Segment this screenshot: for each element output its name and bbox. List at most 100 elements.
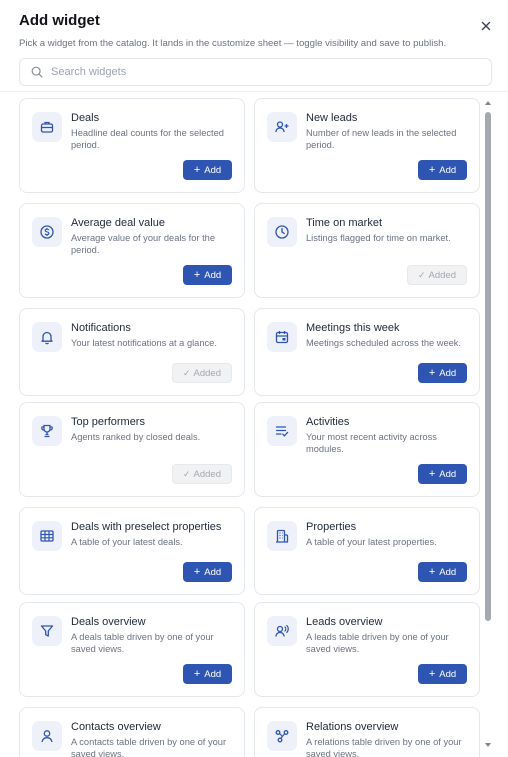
widget-title: New leads <box>306 112 358 124</box>
added-label: Added <box>193 468 222 480</box>
add-button[interactable]: + Add <box>183 664 232 684</box>
added-button: ✓ Added <box>407 265 467 285</box>
added-button: ✓ Added <box>172 363 232 383</box>
share-icon <box>267 721 297 751</box>
widget-description: Average value of your deals for the peri… <box>71 233 216 256</box>
widget-title: Leads overview <box>306 616 383 628</box>
widget-description: Your latest notifications at a glance. <box>71 338 217 348</box>
added-label: Added <box>428 269 457 281</box>
widget-card-time-on-market: Time on market Listings flagged for time… <box>254 203 480 298</box>
plus-icon: + <box>428 468 436 480</box>
widget-card-properties: Properties A table of your latest proper… <box>254 507 480 595</box>
widget-title: Time on market <box>306 217 383 229</box>
widget-description: A relations table driven by one of your … <box>306 737 462 757</box>
plus-icon: + <box>193 566 201 578</box>
dollar-circle-icon <box>32 217 62 247</box>
widget-title: Average deal value <box>71 217 165 229</box>
widget-description: A deals table driven by one of your save… <box>71 632 214 655</box>
widget-card-deals-with-preselect-properties: Deals with preselect properties A table … <box>19 507 245 595</box>
widget-description: A table of your latest deals. <box>71 537 183 547</box>
add-label: Add <box>204 668 222 680</box>
added-label: Added <box>193 367 222 379</box>
widget-card-relations-overview: Relations overview A relations table dri… <box>254 707 480 757</box>
add-label: Add <box>204 269 222 281</box>
widget-description: Meetings scheduled across the week. <box>306 338 462 348</box>
widget-card-deals-overview: Deals overview A deals table driven by o… <box>19 602 245 697</box>
table-icon <box>32 521 62 551</box>
plus-icon: + <box>193 269 201 281</box>
widget-title: Contacts overview <box>71 721 161 733</box>
widget-title: Relations overview <box>306 721 399 733</box>
search-input[interactable] <box>51 66 471 78</box>
widget-card-top-performers: Top performers Agents ranked by closed d… <box>19 402 245 497</box>
widget-description: A contacts table driven by one of your s… <box>71 737 227 757</box>
trophy-icon <box>32 416 62 446</box>
add-button[interactable]: + Add <box>418 363 467 383</box>
widget-card-notifications: Notifications Your latest notifications … <box>19 308 245 396</box>
widget-description: A table of your latest properties. <box>306 537 437 547</box>
widget-card-activities: Activities Your most recent activity acr… <box>254 402 480 497</box>
plus-icon: + <box>193 164 201 176</box>
scroll-up-arrow-icon[interactable] <box>485 101 491 105</box>
widget-title: Notifications <box>71 322 131 334</box>
widget-description: A leads table driven by one of your save… <box>306 632 449 655</box>
calendar-icon <box>267 322 297 352</box>
add-label: Add <box>439 468 457 480</box>
check-icon: ✓ <box>182 468 191 479</box>
widget-card-meetings-this-week: Meetings this week Meetings scheduled ac… <box>254 308 480 396</box>
add-label: Add <box>204 164 222 176</box>
header-divider <box>0 91 508 92</box>
widget-card-leads-overview: Leads overview A leads table driven by o… <box>254 602 480 697</box>
widget-description: Number of new leads in the selected peri… <box>306 128 457 151</box>
user-icon <box>32 721 62 751</box>
user-voice-icon <box>267 616 297 646</box>
widget-description: Agents ranked by closed deals. <box>71 432 201 442</box>
scrollbar[interactable] <box>484 98 492 757</box>
dialog-subtitle: Pick a widget from the catalog. It lands… <box>19 38 447 49</box>
widget-description: Headline deal counts for the selected pe… <box>71 128 224 151</box>
widget-title: Deals overview <box>71 616 146 628</box>
widget-card-average-deal-value: Average deal value Average value of your… <box>19 203 245 298</box>
add-button[interactable]: + Add <box>418 160 467 180</box>
widget-title: Deals <box>71 112 100 124</box>
clock-icon <box>267 217 297 247</box>
list-check-icon <box>267 416 297 446</box>
add-button[interactable]: + Add <box>183 265 232 285</box>
widget-title: Properties <box>306 521 357 533</box>
scroll-down-arrow-icon[interactable] <box>485 743 491 747</box>
building-icon <box>267 521 297 551</box>
check-icon: ✓ <box>182 367 191 378</box>
dialog-title: Add widget <box>19 12 100 29</box>
widget-title: Activities <box>306 416 350 428</box>
add-button[interactable]: + Add <box>418 562 467 582</box>
widget-title: Top performers <box>71 416 145 428</box>
widget-card-contacts-overview: Contacts overview A contacts table drive… <box>19 707 245 757</box>
add-button[interactable]: + Add <box>418 464 467 484</box>
add-button[interactable]: + Add <box>418 664 467 684</box>
search-icon <box>31 66 43 78</box>
filter-icon <box>32 616 62 646</box>
briefcase-icon <box>32 112 62 142</box>
scrollbar-thumb[interactable] <box>485 112 491 621</box>
add-label: Add <box>439 566 457 578</box>
search-box[interactable] <box>19 58 492 86</box>
dialog-header: Add widget Pick a widget from the catalo… <box>19 11 494 50</box>
add-label: Add <box>439 668 457 680</box>
add-label: Add <box>439 367 457 379</box>
widget-catalog: Deals Headline deal counts for the selec… <box>19 98 480 757</box>
close-icon[interactable] <box>478 18 494 34</box>
plus-icon: + <box>193 668 201 680</box>
widget-card-deals: Deals Headline deal counts for the selec… <box>19 98 245 193</box>
add-button[interactable]: + Add <box>183 562 232 582</box>
user-plus-icon <box>267 112 297 142</box>
plus-icon: + <box>428 566 436 578</box>
widget-card-new-leads: New leads Number of new leads in the sel… <box>254 98 480 193</box>
bell-icon <box>32 322 62 352</box>
check-icon: ✓ <box>417 269 426 280</box>
plus-icon: + <box>428 164 436 176</box>
add-button[interactable]: + Add <box>183 160 232 180</box>
widget-description: Your most recent activity across modules… <box>306 432 437 455</box>
added-button: ✓ Added <box>172 464 232 484</box>
widget-description: Listings flagged for time on market. <box>306 233 451 243</box>
add-label: Add <box>439 164 457 176</box>
